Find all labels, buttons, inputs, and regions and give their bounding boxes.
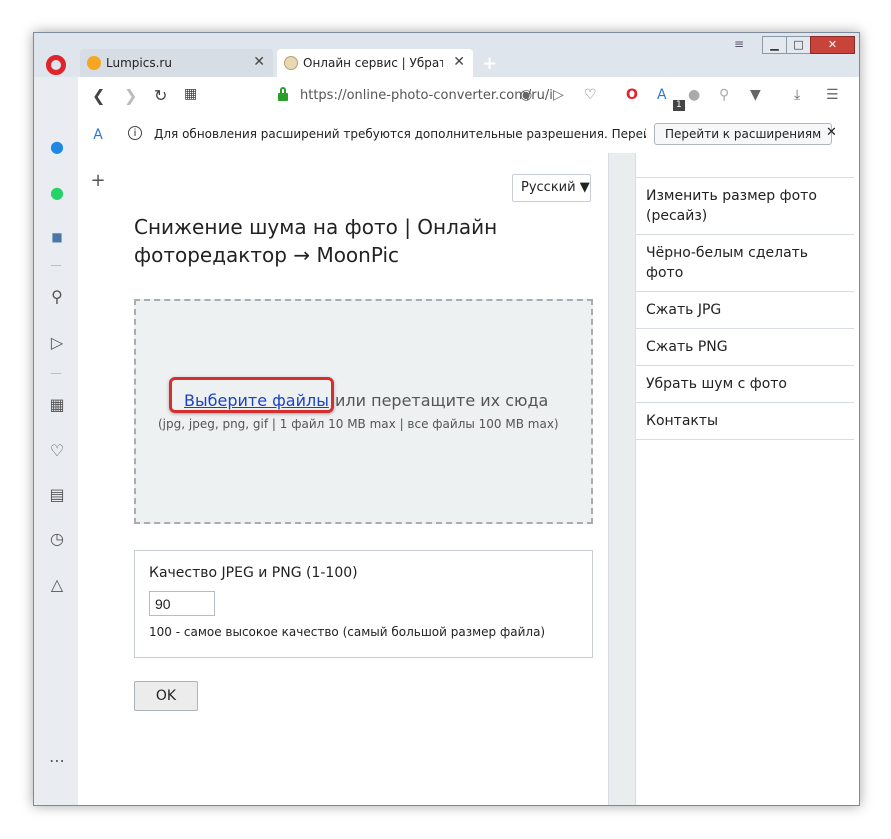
quality-input[interactable] [149,591,215,616]
snapshot-icon[interactable]: ◉ [520,87,532,103]
more-icon[interactable]: ⋯ [47,751,67,771]
messenger-icon[interactable]: ● [47,137,67,157]
nav-item-black-white[interactable]: Чёрно-белым сделать фото [636,235,854,292]
upload-dropzone[interactable]: Выберите файлы или перетащите их сюда (j… [134,299,593,524]
back-icon[interactable]: ❮ [92,86,105,105]
moonpic-favicon-icon [284,56,298,70]
close-icon[interactable]: ✕ [826,125,837,140]
vk-icon[interactable]: ■ [47,227,67,247]
nav-item-compress-png[interactable]: Сжать PNG [636,329,854,366]
heart-icon[interactable]: ♡ [584,87,597,103]
speed-dial-icon[interactable]: ▦ [184,86,197,102]
notification-message: Для обновления расширений требуются допо… [154,127,646,141]
window-controls: ▁ □ ✕ [762,33,855,54]
web-page: Русский ▼ Снижение шума на фото | Онлайн… [118,153,859,805]
lock-icon[interactable] [278,87,288,101]
tab-bar: Lumpics.ru ✕ Онлайн сервис | Убрать ш ✕ … [34,33,859,77]
nav-item-remove-noise[interactable]: Убрать шум с фото [636,366,854,403]
go-to-extensions-button[interactable]: Перейти к расширениям [654,123,833,145]
add-icon[interactable]: + [88,171,108,191]
new-tab-icon[interactable]: + [482,53,497,74]
tab-title: Онлайн сервис | Убрать ш [303,56,443,70]
forward-icon[interactable]: ❯ [124,86,137,105]
opera-logo-icon[interactable] [46,55,66,75]
right-nav-menu: Изменить размер фото (ресайз) Чёрно-белы… [636,153,854,440]
choose-files-link[interactable]: Выберите файлы [184,391,329,410]
heart-icon[interactable]: ♡ [47,441,67,461]
magnifier-extension-icon[interactable]: ⚲ [719,87,729,103]
opera-sidebar: ● ● ■ ⚲ ▷ ▦ ♡ ▤ ◷ △ ⋯ [34,115,78,805]
language-select[interactable]: Русский ▼ [512,174,591,202]
address-bar: ❮ ❯ ↻ ▦ https://online-photo-converter.c… [78,77,859,116]
drag-hint: или перетащите их сюда [335,391,549,410]
ok-button[interactable]: OK [134,681,198,711]
quality-note: 100 - самое высокое качество (самый боль… [149,625,546,639]
tab-lumpics[interactable]: Lumpics.ru ✕ [80,49,273,77]
tab-close-icon[interactable]: ✕ [453,54,465,70]
globe-icon[interactable]: ● [688,87,700,103]
quality-label: Качество JPEG и PNG (1-100) [149,565,358,581]
tab-title: Lumpics.ru [106,56,172,70]
whatsapp-icon[interactable]: ● [47,183,67,203]
sidebar-divider [51,373,61,374]
page-title: Снижение шума на фото | Онлайн фоторедак… [134,215,498,267]
send-icon[interactable]: ▷ [553,87,564,103]
info-icon: i [128,126,142,140]
nav-item-resize[interactable]: Изменить размер фото (ресайз) [636,178,854,235]
sidebar-divider [51,265,61,266]
nav-item-contacts[interactable]: Контакты [636,403,854,440]
maximize-button[interactable]: □ [786,36,811,54]
extension-badge: 1 [673,100,685,111]
translate-icon[interactable]: А [657,87,667,103]
right-nav-spacer [636,153,854,178]
minimize-button[interactable]: ▁ [762,36,787,54]
history-clock-icon[interactable]: ◷ [47,529,67,549]
reload-icon[interactable]: ↻ [154,86,167,105]
column-divider [608,153,636,805]
quality-panel: Качество JPEG и PNG (1-100) 100 - самое … [134,550,593,658]
download-icon[interactable]: ⤓ [794,87,800,103]
speed-dial-icon[interactable]: ▦ [47,395,67,415]
translate-icon[interactable]: А [88,125,108,145]
extension-notification-bar: i Для обновления расширений требуются до… [118,115,859,154]
file-limits: (jpg, jpeg, png, gif | 1 файл 10 MB max … [158,417,559,431]
settings-sliders-icon[interactable]: ☰ [826,87,839,103]
tab-online-service[interactable]: Онлайн сервис | Убрать ш ✕ [277,49,473,77]
nav-item-compress-jpg[interactable]: Сжать JPG [636,292,854,329]
browser-window: Lumpics.ru ✕ Онлайн сервис | Убрать ш ✕ … [33,32,860,806]
url-field[interactable]: https://online-photo-converter.com/ru/i [300,88,553,103]
news-icon[interactable]: ▤ [47,485,67,505]
close-window-button[interactable]: ✕ [810,36,855,54]
send-icon[interactable]: ▷ [47,333,67,353]
easy-setup-icon[interactable]: ≡ [734,37,744,51]
shield-icon[interactable]: ▼ [750,87,761,103]
tab-close-icon[interactable]: ✕ [253,54,265,70]
extensions-panel: А + [78,115,119,805]
opera-extension-icon[interactable]: O [626,87,638,103]
lumpics-favicon-icon [87,56,101,70]
search-icon[interactable]: ⚲ [47,287,67,307]
extensions-cube-icon[interactable]: △ [47,575,67,595]
